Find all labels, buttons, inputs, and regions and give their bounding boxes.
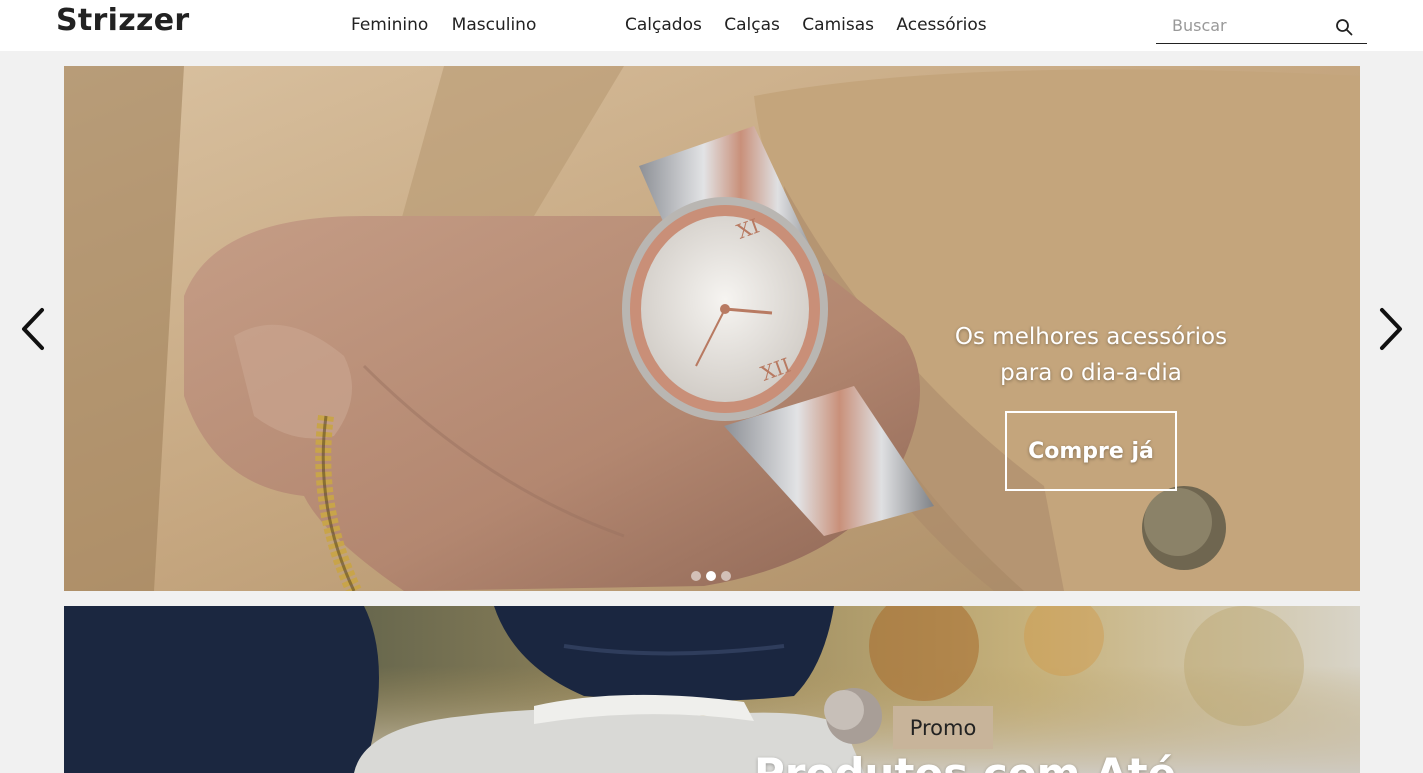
carousel-dot-3[interactable] xyxy=(721,571,731,581)
site-header: Strizzer Feminino Masculino Calçados Cal… xyxy=(0,0,1423,51)
promo-banner[interactable]: Promo Produtos com Até xyxy=(64,606,1360,773)
promo-title: Produtos com Até xyxy=(754,749,1176,773)
carousel-dot-2[interactable] xyxy=(706,571,716,581)
primary-nav: Feminino Masculino xyxy=(351,15,536,35)
category-nav: Calçados Calças Camisas Acessórios xyxy=(625,15,987,35)
hero-caption: Os melhores acessórios para o dia-a-dia xyxy=(924,319,1258,391)
carousel-dot-1[interactable] xyxy=(691,571,701,581)
hero-carousel: XI XII Os melhores acessórios para o dia… xyxy=(64,66,1360,591)
nav-link-camisas[interactable]: Camisas xyxy=(802,15,874,35)
search-input[interactable] xyxy=(1156,9,1331,42)
promo-image xyxy=(64,606,1360,773)
search-box xyxy=(1156,9,1367,44)
nav-link-feminino[interactable]: Feminino xyxy=(351,15,428,35)
nav-link-calcas[interactable]: Calças xyxy=(724,15,780,35)
nav-link-calcados[interactable]: Calçados xyxy=(625,15,702,35)
carousel-prev-button[interactable] xyxy=(18,306,48,352)
hero-caption-line1: Os melhores acessórios xyxy=(954,324,1228,350)
brand-logo[interactable]: Strizzer xyxy=(56,3,190,38)
hero-caption-line2: para o dia-a-dia xyxy=(1000,360,1182,386)
carousel-indicators xyxy=(691,571,731,581)
nav-link-masculino[interactable]: Masculino xyxy=(452,15,537,35)
promo-badge: Promo xyxy=(893,706,993,749)
search-icon[interactable] xyxy=(1335,18,1353,36)
nav-link-acessorios[interactable]: Acessórios xyxy=(896,15,986,35)
shop-now-button[interactable]: Compre já xyxy=(1005,411,1177,491)
carousel-next-button[interactable] xyxy=(1376,306,1406,352)
